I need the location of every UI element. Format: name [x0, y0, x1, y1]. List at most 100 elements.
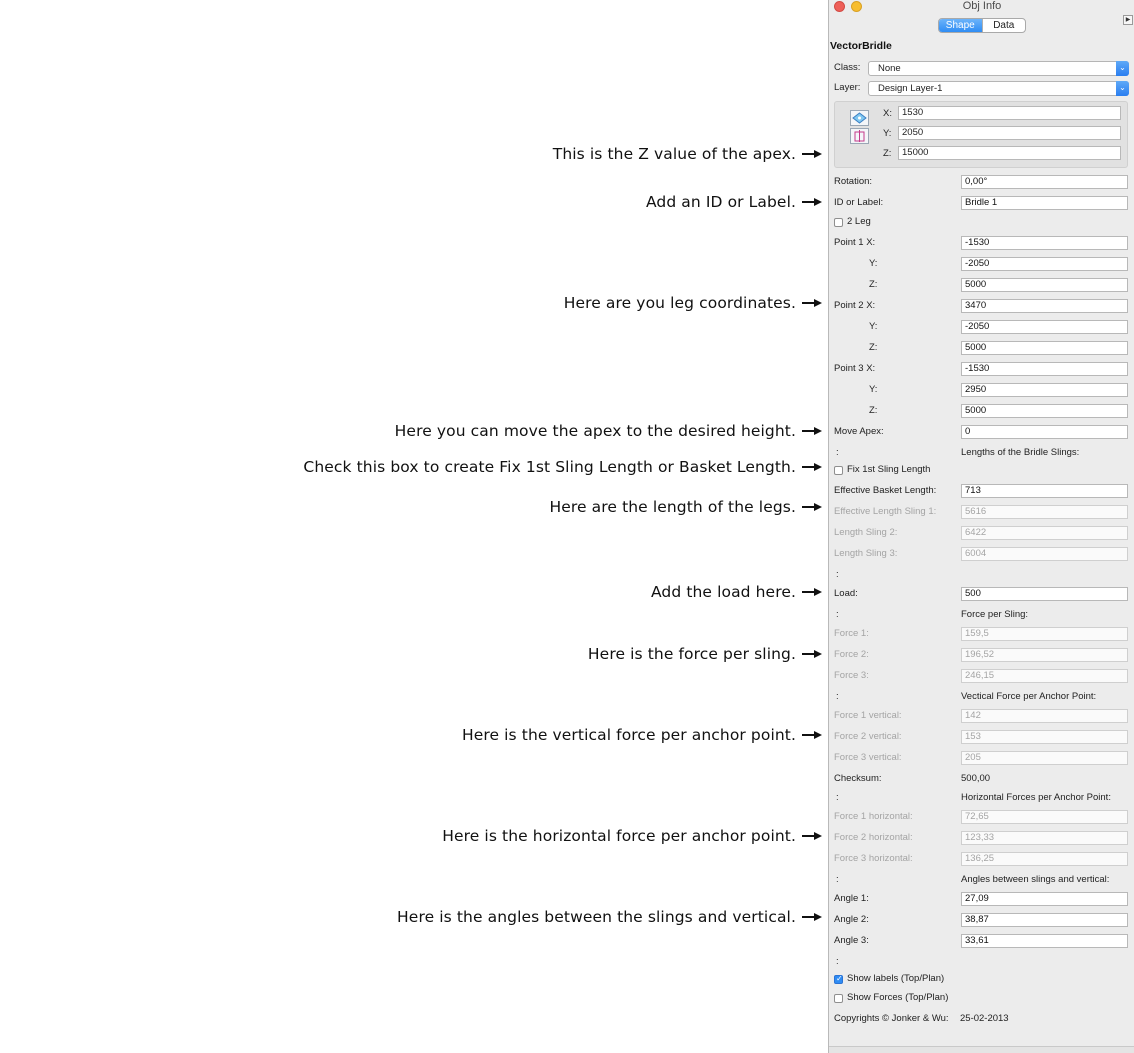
angle1-field[interactable]: 27,09	[961, 892, 1128, 906]
force3-horizontal-label: Force 3 horizontal:	[834, 853, 913, 864]
position-3d-icon[interactable]	[850, 128, 869, 144]
point2-y-field[interactable]: -2050	[961, 320, 1128, 334]
coord-x-field[interactable]: 1530	[898, 106, 1121, 120]
fix-first-sling-checkbox[interactable]: Fix 1st Sling Length	[834, 464, 930, 476]
angle3-label: Angle 3:	[834, 935, 869, 946]
separator-label: :	[836, 874, 839, 885]
show-labels-label: Show labels (Top/Plan)	[847, 973, 945, 984]
minimize-window-button[interactable]	[851, 1, 862, 12]
force2-vertical-label: Force 2 vertical:	[834, 731, 902, 742]
tab-switcher: Shape Data	[938, 18, 1026, 33]
force3-field: 246,15	[961, 669, 1128, 683]
vertical-force-heading: Vectical Force per Anchor Point:	[961, 691, 1097, 702]
arrow-right-icon	[802, 913, 822, 921]
annotation-move-apex: Here you can move the apex to the desire…	[395, 422, 822, 440]
arrow-right-icon	[802, 650, 822, 658]
copyright-label: Copyrights © Jonker & Wu:	[834, 1013, 949, 1024]
point2-x-field[interactable]: 3470	[961, 299, 1128, 313]
annotation-apex-z: This is the Z value of the apex.	[553, 145, 822, 163]
force1-vertical-label: Force 1 vertical:	[834, 710, 902, 721]
checksum-label: Checksum:	[834, 773, 882, 784]
point3-z-field[interactable]: 5000	[961, 404, 1128, 418]
angle3-field[interactable]: 33,61	[961, 934, 1128, 948]
angles-heading: Angles between slings and vertical:	[961, 874, 1110, 885]
horizontal-force-heading: Horizontal Forces per Anchor Point:	[961, 792, 1111, 803]
force3-label: Force 3:	[834, 670, 869, 681]
separator-label: :	[836, 792, 839, 803]
annotation-id-label: Add an ID or Label.	[646, 193, 822, 211]
arrow-right-icon	[802, 731, 822, 739]
coord-x-label: X:	[883, 108, 892, 119]
class-select[interactable]: None ⌄	[868, 61, 1129, 76]
force3-horizontal-field: 136,25	[961, 852, 1128, 866]
coord-y-field[interactable]: 2050	[898, 126, 1121, 140]
move-apex-field[interactable]: 0	[961, 425, 1128, 439]
force2-horizontal-field: 123,33	[961, 831, 1128, 845]
point3-x-field[interactable]: -1530	[961, 362, 1128, 376]
annotation-leg-lengths: Here are the length of the legs.	[550, 498, 822, 516]
force2-vertical-field: 153	[961, 730, 1128, 744]
separator-label: :	[836, 956, 839, 967]
angle1-label: Angle 1:	[834, 893, 869, 904]
load-label: Load:	[834, 588, 858, 599]
point3-x-label: Point 3 X:	[834, 363, 876, 374]
sling1-length-label: Effective Length Sling 1:	[834, 506, 937, 517]
checkbox-checked-icon	[834, 973, 843, 985]
arrow-right-icon	[802, 427, 822, 435]
annotation-vertical-force: Here is the vertical force per anchor po…	[462, 726, 822, 744]
layer-select[interactable]: Design Layer-1 ⌄	[868, 81, 1129, 96]
force1-label: Force 1:	[834, 628, 869, 639]
position-box: X: 1530 Y: 2050 Z: 15000	[834, 101, 1128, 168]
annotation-force-per-sling: Here is the force per sling.	[588, 645, 822, 663]
tab-shape[interactable]: Shape	[939, 19, 982, 32]
layer-label: Layer:	[834, 82, 861, 93]
show-labels-checkbox[interactable]: Show labels (Top/Plan)	[834, 973, 944, 985]
chevron-down-icon: ⌄	[1116, 61, 1129, 76]
force1-vertical-field: 142	[961, 709, 1128, 723]
coord-z-field[interactable]: 15000	[898, 146, 1121, 160]
annotation-angles: Here is the angles between the slings an…	[397, 908, 822, 926]
sling2-length-field: 6422	[961, 526, 1128, 540]
load-field[interactable]: 500	[961, 587, 1128, 601]
separator-label: :	[836, 609, 839, 620]
layer-value: Design Layer-1	[878, 83, 943, 94]
two-leg-label: 2 Leg	[847, 216, 871, 227]
annotation-leg-coordinates: Here are you leg coordinates.	[564, 294, 822, 312]
point3-y-label: Y:	[869, 384, 878, 395]
arrow-right-icon	[802, 832, 822, 840]
chevron-down-icon: ⌄	[1116, 81, 1129, 96]
rotation-field[interactable]: 0,00°	[961, 175, 1128, 189]
force3-vertical-label: Force 3 vertical:	[834, 752, 902, 763]
annotation-fix-sling: Check this box to create Fix 1st Sling L…	[303, 458, 822, 476]
point2-z-field[interactable]: 5000	[961, 341, 1128, 355]
force2-field: 196,52	[961, 648, 1128, 662]
arrow-right-icon	[802, 198, 822, 206]
separator-label: :	[836, 447, 839, 458]
close-window-button[interactable]	[834, 1, 845, 12]
show-forces-label: Show Forces (Top/Plan)	[847, 992, 949, 1003]
point2-z-label: Z:	[869, 342, 878, 353]
force1-field: 159,5	[961, 627, 1128, 641]
coord-z-label: Z:	[883, 148, 892, 159]
id-label-field[interactable]: Bridle 1	[961, 196, 1128, 210]
force3-vertical-field: 205	[961, 751, 1128, 765]
sling3-length-label: Length Sling 3:	[834, 548, 898, 559]
basket-length-field[interactable]: 713	[961, 484, 1128, 498]
separator-label: :	[836, 691, 839, 702]
show-forces-checkbox[interactable]: Show Forces (Top/Plan)	[834, 992, 948, 1004]
tab-data[interactable]: Data	[981, 19, 1026, 32]
position-2d-icon[interactable]	[850, 110, 869, 126]
force2-label: Force 2:	[834, 649, 869, 660]
point1-z-field[interactable]: 5000	[961, 278, 1128, 292]
point1-x-field[interactable]: -1530	[961, 236, 1128, 250]
point1-z-label: Z:	[869, 279, 878, 290]
arrow-right-icon	[802, 588, 822, 596]
angle2-field[interactable]: 38,87	[961, 913, 1128, 927]
point1-y-field[interactable]: -2050	[961, 257, 1128, 271]
id-label-label: ID or Label:	[834, 197, 884, 208]
point3-y-field[interactable]: 2950	[961, 383, 1128, 397]
checkbox-icon	[834, 217, 843, 227]
expand-palette-button[interactable]: ▶	[1123, 15, 1133, 25]
point3-z-label: Z:	[869, 405, 878, 416]
two-leg-checkbox[interactable]: 2 Leg	[834, 216, 871, 228]
